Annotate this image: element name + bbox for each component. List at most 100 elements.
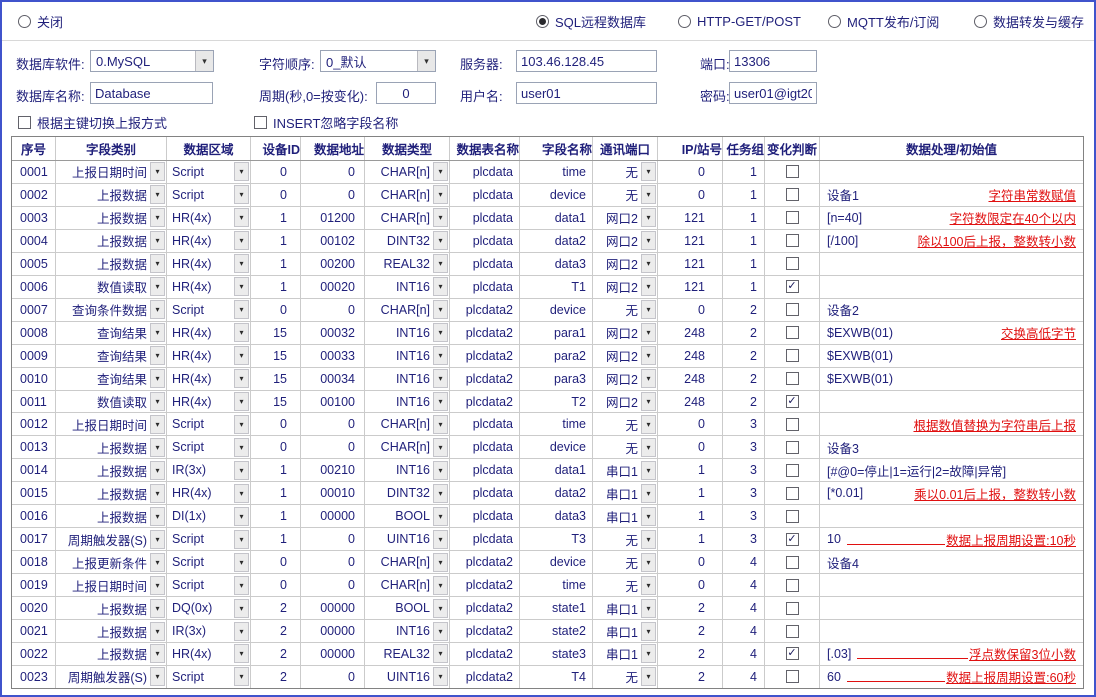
region-cell[interactable]: HR(4x)▾ [167, 322, 251, 344]
dropdown-arrow-icon[interactable]: ▾ [433, 667, 448, 686]
dropdown-arrow-icon[interactable]: ▾ [433, 553, 448, 572]
seq-cell[interactable]: 0016 [12, 505, 56, 527]
change-flag-cell[interactable] [765, 161, 820, 183]
dropdown-arrow-icon[interactable]: ▾ [234, 507, 249, 526]
group-cell[interactable]: 4 [723, 597, 765, 619]
change-checkbox[interactable]: ✓ [786, 395, 799, 408]
change-checkbox[interactable] [786, 234, 799, 247]
table-name-cell[interactable]: plcdata2 [450, 391, 520, 413]
group-cell[interactable]: 3 [723, 505, 765, 527]
dropdown-arrow-icon[interactable]: ▾ [150, 300, 165, 319]
port-cell[interactable]: 网口2▾ [593, 207, 658, 229]
data-type-cell[interactable]: INT16▾ [365, 276, 450, 298]
region-cell[interactable]: Script▾ [167, 528, 251, 550]
seq-cell[interactable]: 0006 [12, 276, 56, 298]
port-cell[interactable]: 串口1▾ [593, 643, 658, 665]
field-name-cell[interactable]: data1 [520, 459, 593, 481]
value-cell[interactable]: [*0.01]乘以0.01后上报，整数转小数 [820, 482, 1083, 504]
value-cell[interactable]: 根据数值替换为字符串后上报 [820, 413, 1083, 435]
category-cell[interactable]: 查询结果▾ [56, 322, 167, 344]
mode-radio-4[interactable]: 数据转发与缓存 [974, 12, 1084, 30]
change-checkbox[interactable] [786, 418, 799, 431]
dropdown-arrow-icon[interactable]: ▾ [150, 162, 165, 181]
dropdown-arrow-icon[interactable]: ▾ [433, 369, 448, 388]
device-id-cell[interactable]: 2 [251, 643, 301, 665]
dropdown-arrow-icon[interactable]: ▾ [641, 185, 656, 204]
data-type-cell[interactable]: INT16▾ [365, 345, 450, 367]
region-cell[interactable]: HR(4x)▾ [167, 643, 251, 665]
data-type-cell[interactable]: REAL32▾ [365, 643, 450, 665]
dropdown-arrow-icon[interactable]: ▾ [150, 461, 165, 480]
value-cell[interactable]: 设备4 [820, 551, 1083, 573]
field-name-cell[interactable]: time [520, 413, 593, 435]
dropdown-arrow-icon[interactable]: ▾ [641, 622, 656, 641]
dropdown-arrow-icon[interactable]: ▾ [150, 667, 165, 686]
data-type-cell[interactable]: CHAR[n]▾ [365, 161, 450, 183]
category-cell[interactable]: 数值读取▾ [56, 276, 167, 298]
change-checkbox[interactable] [786, 257, 799, 270]
change-flag-cell[interactable] [765, 597, 820, 619]
change-flag-cell[interactable] [765, 299, 820, 321]
address-cell[interactable]: 00032 [301, 322, 365, 344]
change-flag-cell[interactable]: ✓ [765, 391, 820, 413]
username-input[interactable] [516, 82, 657, 104]
category-cell[interactable]: 查询结果▾ [56, 345, 167, 367]
table-name-cell[interactable]: plcdata [450, 505, 520, 527]
dropdown-arrow-icon[interactable]: ▾ [234, 300, 249, 319]
group-cell[interactable]: 3 [723, 413, 765, 435]
insert-ignore-option[interactable]: INSERT忽略字段名称 [254, 114, 398, 130]
seq-cell[interactable]: 0008 [12, 322, 56, 344]
seq-cell[interactable]: 0004 [12, 230, 56, 252]
db-software-select[interactable]: 0.MySQL ▾ [90, 50, 214, 72]
table-name-cell[interactable]: plcdata2 [450, 551, 520, 573]
dropdown-arrow-icon[interactable]: ▾ [234, 415, 249, 434]
data-type-cell[interactable]: DINT32▾ [365, 482, 450, 504]
seq-cell[interactable]: 0014 [12, 459, 56, 481]
dropdown-arrow-icon[interactable]: ▾ [433, 484, 448, 503]
dropdown-arrow-icon[interactable]: ▾ [433, 599, 448, 618]
change-flag-cell[interactable] [765, 482, 820, 504]
dropdown-arrow-icon[interactable]: ▾ [234, 323, 249, 342]
mode-radio-2[interactable]: HTTP-GET/POST [678, 12, 801, 30]
mode-radio-1[interactable]: SQL远程数据库 [536, 12, 646, 30]
region-cell[interactable]: HR(4x)▾ [167, 345, 251, 367]
dropdown-arrow-icon[interactable]: ▾ [641, 415, 656, 434]
value-cell[interactable]: 设备2 [820, 299, 1083, 321]
dropdown-arrow-icon[interactable]: ▾ [234, 231, 249, 250]
port-cell[interactable]: 网口2▾ [593, 322, 658, 344]
table-name-cell[interactable]: plcdata [450, 436, 520, 458]
region-cell[interactable]: HR(4x)▾ [167, 391, 251, 413]
table-name-cell[interactable]: plcdata [450, 161, 520, 183]
server-input[interactable] [516, 50, 657, 72]
port-cell[interactable]: 无▾ [593, 436, 658, 458]
data-type-cell[interactable]: INT16▾ [365, 620, 450, 642]
station-cell[interactable]: 1 [658, 505, 723, 527]
password-input[interactable] [729, 82, 817, 104]
change-flag-cell[interactable] [765, 345, 820, 367]
data-type-cell[interactable]: CHAR[n]▾ [365, 299, 450, 321]
group-cell[interactable]: 3 [723, 459, 765, 481]
device-id-cell[interactable]: 1 [251, 459, 301, 481]
station-cell[interactable]: 121 [658, 253, 723, 275]
change-checkbox[interactable] [786, 510, 799, 523]
change-flag-cell[interactable] [765, 505, 820, 527]
dropdown-arrow-icon[interactable]: ▾ [234, 208, 249, 227]
change-flag-cell[interactable] [765, 253, 820, 275]
group-cell[interactable]: 1 [723, 276, 765, 298]
device-id-cell[interactable]: 2 [251, 620, 301, 642]
category-cell[interactable]: 数值读取▾ [56, 391, 167, 413]
port-cell[interactable]: 串口1▾ [593, 620, 658, 642]
dropdown-arrow-icon[interactable]: ▾ [641, 507, 656, 526]
data-type-cell[interactable]: BOOL▾ [365, 505, 450, 527]
field-name-cell[interactable]: data3 [520, 253, 593, 275]
device-id-cell[interactable]: 1 [251, 276, 301, 298]
seq-cell[interactable]: 0005 [12, 253, 56, 275]
table-name-cell[interactable]: plcdata [450, 184, 520, 206]
table-name-cell[interactable]: plcdata2 [450, 299, 520, 321]
change-checkbox[interactable] [786, 188, 799, 201]
region-cell[interactable]: HR(4x)▾ [167, 207, 251, 229]
seq-cell[interactable]: 0018 [12, 551, 56, 573]
change-checkbox[interactable] [786, 165, 799, 178]
table-name-cell[interactable]: plcdata [450, 459, 520, 481]
field-name-cell[interactable]: T2 [520, 391, 593, 413]
